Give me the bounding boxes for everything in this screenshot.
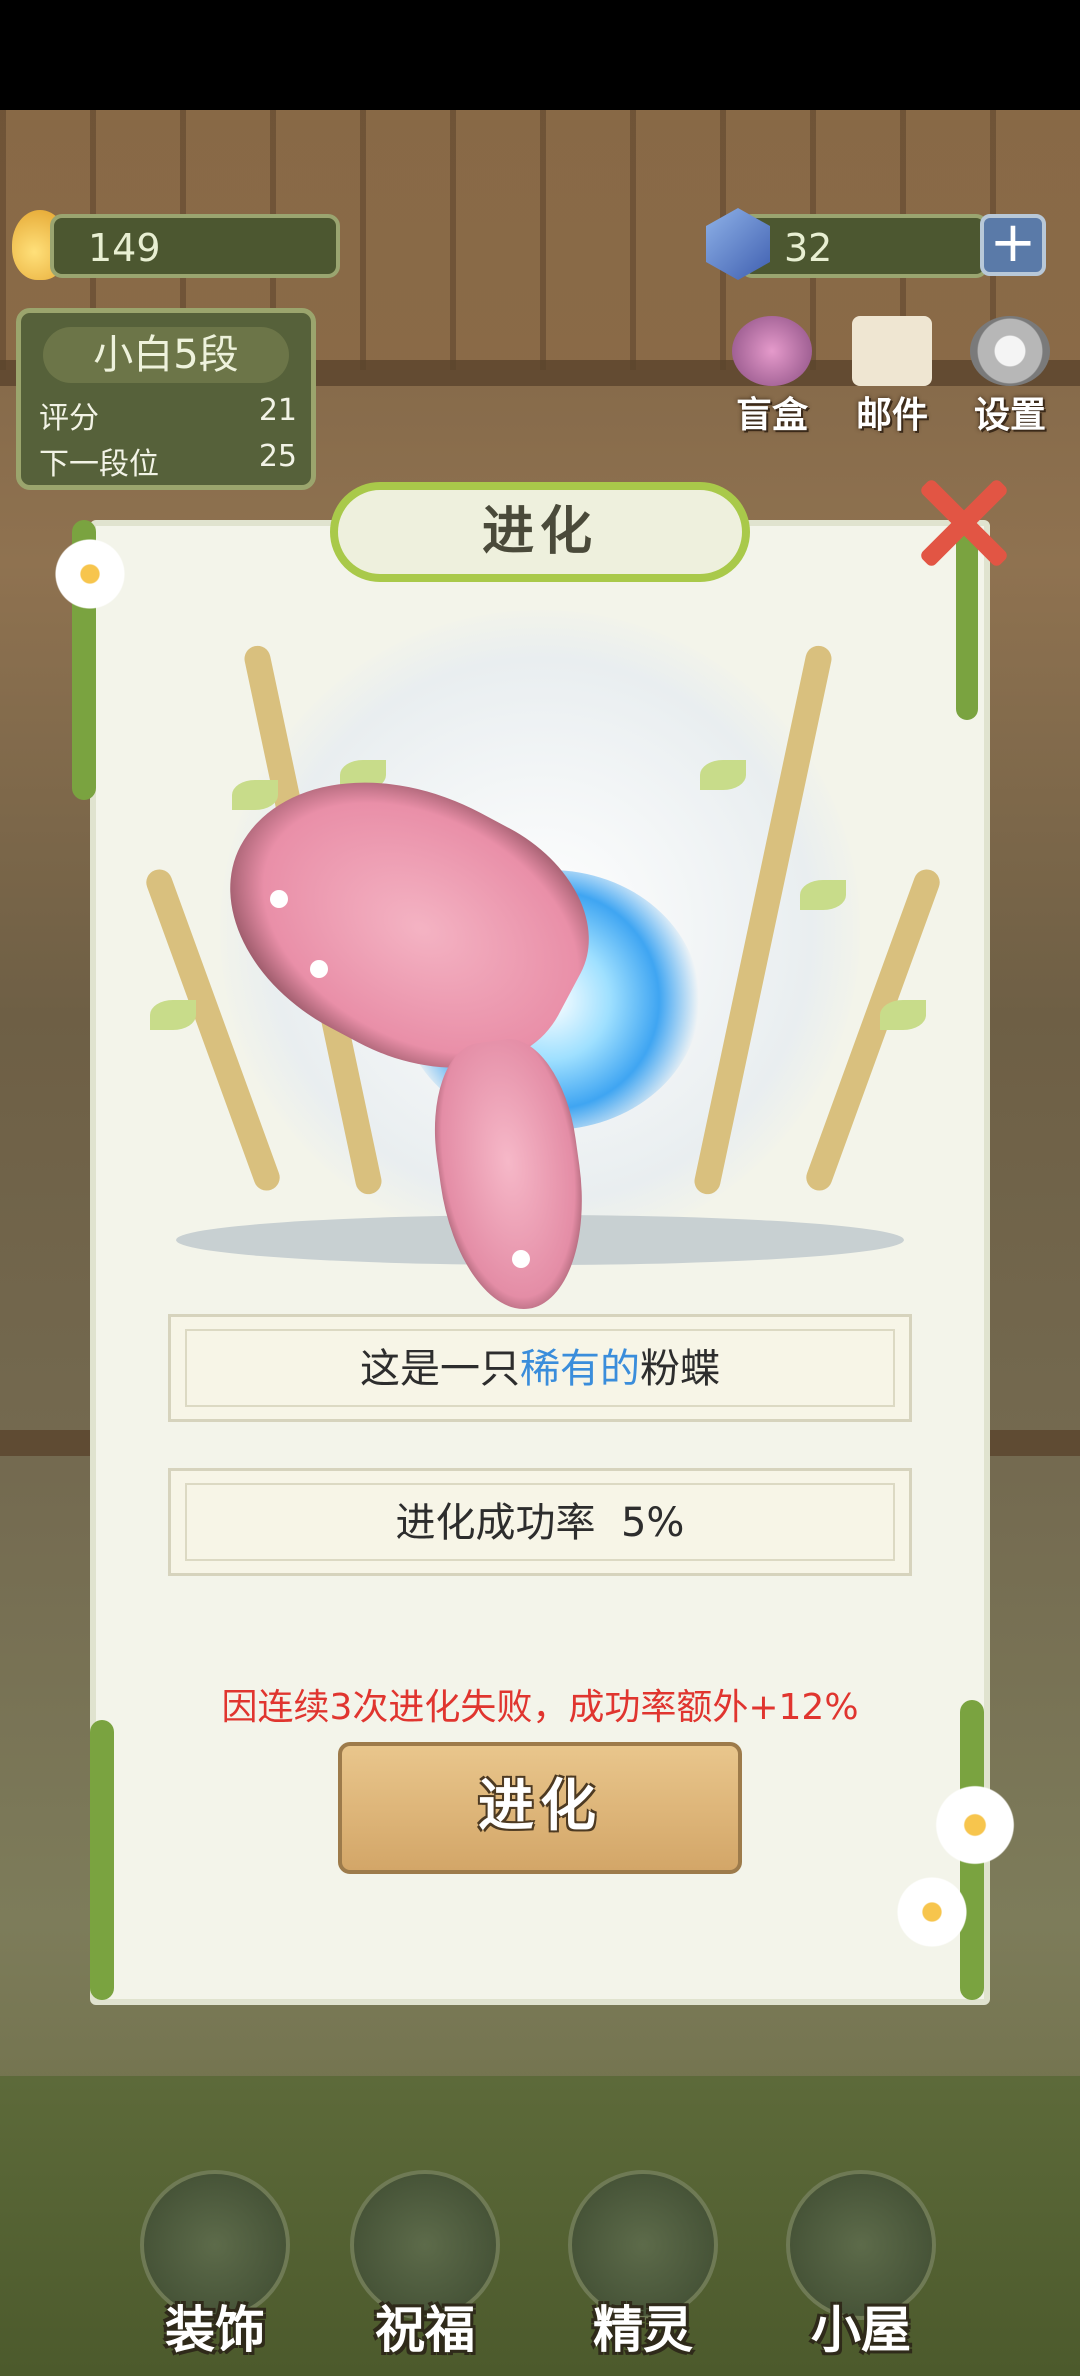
pet-info-text: 这是一只稀有的粉蝶: [171, 1329, 909, 1409]
nav-fairy-label: 精灵: [593, 2301, 693, 2359]
next-rank-value: 25: [258, 439, 297, 474]
coin-value: 149: [88, 226, 161, 270]
success-rate-label: 进化成功率: [395, 1500, 596, 1546]
leaf: [232, 780, 278, 810]
nav-decorate-label: 装饰: [165, 2301, 265, 2359]
score-label: 评分: [39, 401, 99, 436]
rank-title: 小白5段: [43, 327, 289, 383]
blind-box-icon: [732, 316, 812, 386]
close-icon[interactable]: [905, 468, 1015, 578]
mail-button[interactable]: 邮件: [842, 316, 942, 438]
daisy-flower-icon: [930, 1780, 1020, 1870]
wing-spot: [310, 960, 328, 978]
leaf: [800, 880, 846, 910]
coin-counter: 149: [50, 214, 340, 278]
daisy-flower-icon: [892, 1872, 972, 1952]
score-row: 评分 21: [39, 393, 297, 437]
mail-label: 邮件: [855, 395, 928, 436]
leaf: [150, 1000, 196, 1030]
daisy-flower-icon: [50, 534, 130, 614]
wing-spot: [512, 1250, 530, 1268]
blind-box-label: 盲盒: [735, 395, 808, 436]
success-rate-value: 5%: [620, 1500, 685, 1546]
pet-info-box: 这是一只稀有的粉蝶: [168, 1314, 912, 1422]
nav-blessing-label: 祝福: [375, 2301, 475, 2359]
rank-panel: 小白5段 评分 21 下一段位 25: [16, 308, 316, 490]
info-prefix: 这是一只: [360, 1346, 520, 1392]
failure-bonus-notice: 因连续3次进化失败，成功率额外+12%: [221, 1687, 859, 1728]
success-rate-box: 进化成功率 5%: [168, 1468, 912, 1576]
settings-button[interactable]: 设置: [960, 316, 1060, 438]
next-rank-label: 下一段位: [39, 447, 159, 482]
gem-counter: 32: [740, 214, 988, 278]
gem-value: 32: [784, 226, 833, 270]
settings-label: 设置: [973, 395, 1046, 436]
evolve-button[interactable]: 进化: [338, 1742, 742, 1874]
vine-decoration: [90, 1720, 114, 2000]
rarity-label: 稀有的: [520, 1346, 640, 1392]
mail-icon: [852, 316, 932, 386]
pet-name: 粉蝶: [640, 1346, 720, 1392]
dialog-title: 进化: [330, 482, 750, 582]
wing-spot: [270, 890, 288, 908]
score-value: 21: [258, 393, 297, 428]
add-gems-button[interactable]: +: [980, 214, 1046, 276]
status-bar: [0, 0, 1080, 110]
next-rank-row: 下一段位 25: [39, 439, 297, 483]
success-rate-text: 进化成功率 5%: [171, 1483, 909, 1563]
leaf: [880, 1000, 926, 1030]
leaf: [700, 760, 746, 790]
blind-box-button[interactable]: 盲盒: [722, 316, 822, 438]
gear-icon: [970, 316, 1050, 386]
nav-house-label: 小屋: [811, 2301, 911, 2359]
